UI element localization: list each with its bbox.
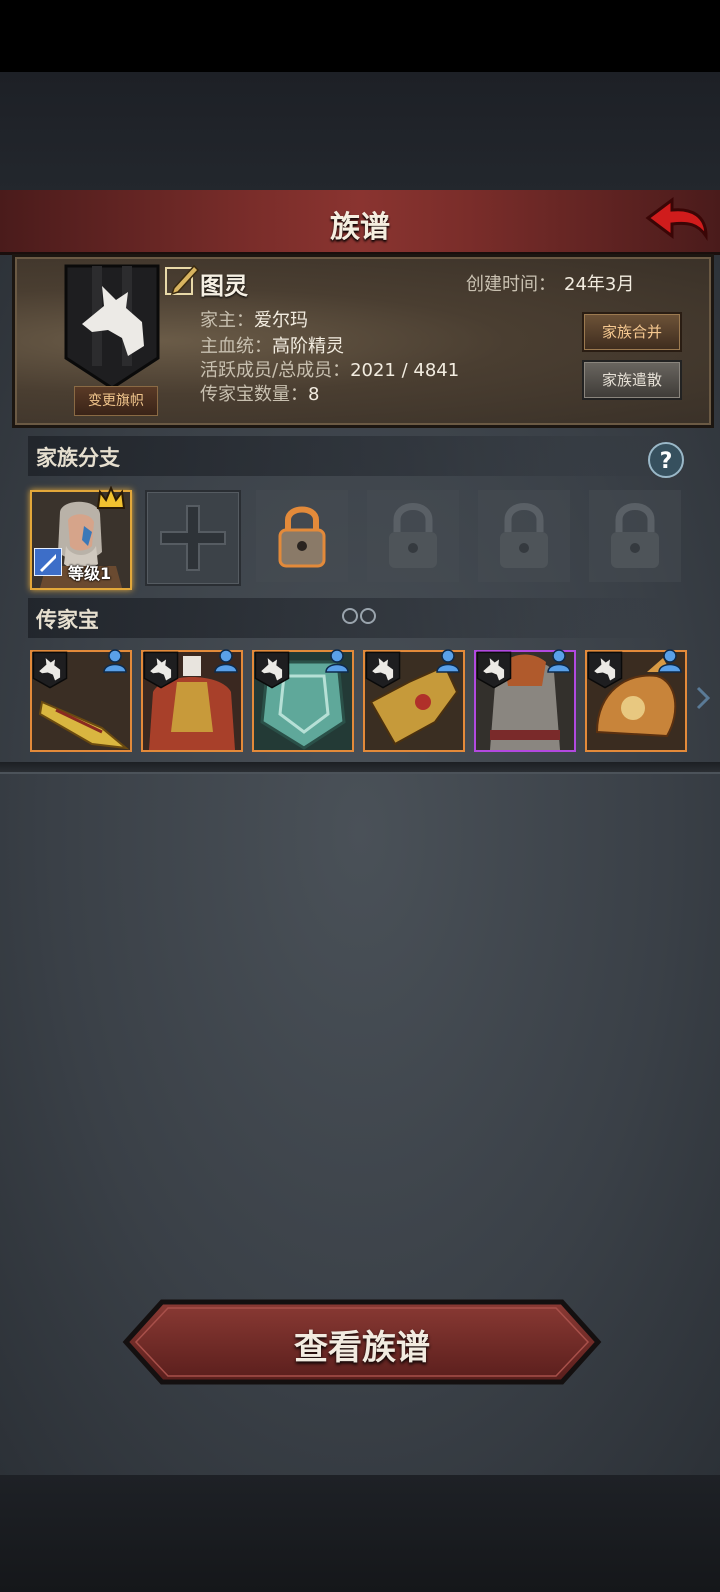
owner-person-icon — [325, 649, 349, 673]
members-row: 活跃成员/总成员：2021 / 4841 — [200, 360, 460, 381]
leader-level: 等级1 — [68, 564, 112, 583]
svg-text:?: ? — [660, 449, 673, 474]
backdrop — [0, 72, 720, 192]
sword-class-icon — [34, 548, 62, 576]
clan-leader-row: 家主：爱尔玛 — [200, 310, 308, 331]
view-family-tree-button[interactable]: 查看族谱 — [122, 1298, 602, 1386]
change-flag-button[interactable]: 变更旗帜 — [74, 386, 158, 416]
section-divider — [0, 762, 720, 774]
bloodline-row: 主血统：高阶精灵 — [200, 336, 344, 357]
branch-slot-empty[interactable] — [145, 490, 241, 586]
padlock-icon — [278, 506, 326, 568]
clan-name: 图灵 — [200, 272, 248, 300]
heirloom-wolf-banner-icon — [476, 651, 512, 689]
branch-slot-locked[interactable] — [589, 490, 681, 582]
clan-banner-wolf-icon — [64, 264, 160, 390]
branch-slot-unlockable[interactable] — [256, 490, 348, 582]
help-icon[interactable]: ? — [646, 440, 686, 480]
clan-merge-button[interactable]: 家族合并 — [582, 312, 682, 352]
page-title: 族谱 — [330, 210, 390, 245]
owner-person-icon — [547, 649, 571, 673]
back-arrow-icon[interactable] — [644, 196, 710, 246]
heirloom-count-row: 传家宝数量：8 — [200, 384, 320, 405]
bottom-backdrop — [0, 1475, 720, 1592]
heirloom-wolf-banner-icon — [254, 651, 290, 689]
owner-person-icon — [214, 649, 238, 673]
clan-disband-button[interactable]: 家族遣散 — [582, 360, 682, 400]
status-bar — [0, 0, 720, 72]
branches-header: 家族分支 — [28, 436, 668, 476]
heirloom-wolf-banner-icon — [143, 651, 179, 689]
branch-slot-locked[interactable] — [367, 490, 459, 582]
padlock-icon — [611, 503, 659, 568]
heirloom-wolf-banner-icon — [32, 651, 68, 689]
cross-emblem-icon — [160, 505, 226, 571]
heirloom-wolf-banner-icon — [587, 651, 623, 689]
created-time: 创建时间： 24年3月 — [466, 274, 635, 295]
owner-person-icon — [658, 649, 682, 673]
owner-person-icon — [103, 649, 127, 673]
chevron-right-icon[interactable] — [694, 684, 712, 712]
crown-icon — [96, 486, 126, 509]
branch-slot-locked[interactable] — [478, 490, 570, 582]
page-indicator — [342, 608, 376, 624]
heirloom-wolf-banner-icon — [365, 651, 401, 689]
title-bar: 族谱 — [0, 190, 720, 255]
edit-name-icon[interactable] — [164, 262, 200, 298]
owner-person-icon — [436, 649, 460, 673]
padlock-icon — [389, 503, 437, 568]
padlock-icon — [500, 503, 548, 568]
